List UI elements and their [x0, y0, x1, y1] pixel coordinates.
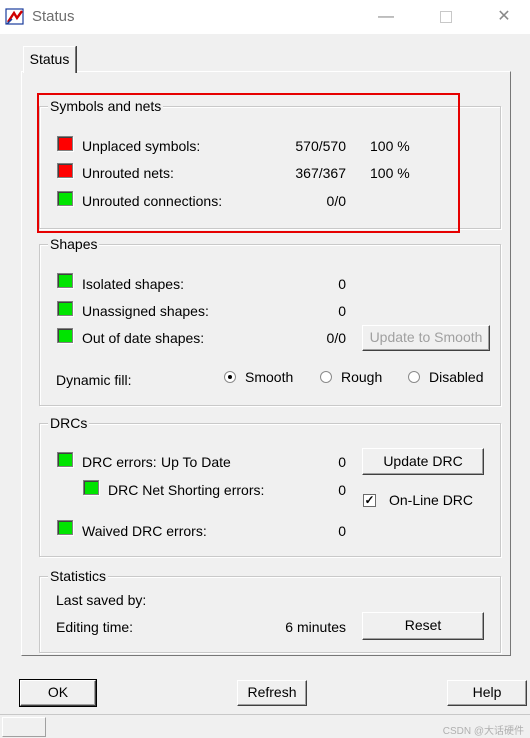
radio-smooth-label[interactable]: Smooth [245, 369, 293, 385]
drc-errors-label: DRC errors: [82, 454, 157, 470]
help-button[interactable]: Help [447, 680, 527, 706]
radio-disabled[interactable] [408, 371, 420, 383]
ok-button[interactable]: OK [19, 679, 97, 707]
drc-errors-state: Up To Date [161, 454, 231, 470]
isolated-shapes-label: Isolated shapes: [82, 276, 184, 292]
unassigned-shapes-value: 0 [338, 303, 346, 319]
highlight-box [37, 93, 460, 233]
online-drc-label[interactable]: On-Line DRC [389, 492, 473, 508]
minimize-button[interactable]: — [363, 0, 409, 34]
radio-rough-label[interactable]: Rough [341, 369, 382, 385]
radio-selected-dot [228, 375, 232, 379]
isolated-shapes-value: 0 [338, 276, 346, 292]
group-title: Statistics [48, 568, 109, 584]
isolated-shapes-indicator [57, 273, 73, 288]
drc-net-shorting-indicator [83, 480, 99, 495]
maximize-icon [440, 10, 452, 23]
waived-drc-errors-value: 0 [338, 523, 346, 539]
drc-errors-value: 0 [338, 454, 346, 470]
radio-smooth[interactable] [224, 371, 236, 383]
close-button[interactable]: ✕ [481, 0, 527, 34]
group-title: Shapes [48, 236, 100, 252]
out-of-date-shapes-label: Out of date shapes: [82, 330, 205, 346]
reset-button[interactable]: Reset [362, 612, 484, 640]
title-bar: Status — ✕ [0, 0, 530, 34]
editing-time-label: Editing time: [56, 619, 134, 635]
out-of-date-shapes-indicator [57, 328, 73, 343]
update-to-smooth-button[interactable]: Update to Smooth [362, 325, 490, 351]
unassigned-shapes-indicator [57, 301, 73, 316]
group-title: DRCs [48, 415, 90, 431]
out-of-date-shapes-value: 0/0 [326, 330, 346, 346]
waived-drc-errors-indicator [57, 520, 73, 535]
waived-drc-errors-label: Waived DRC errors: [82, 523, 207, 539]
drc-net-shorting-label: DRC Net Shorting errors: [108, 482, 265, 498]
update-drc-button[interactable]: Update DRC [362, 448, 484, 475]
window-title: Status [32, 8, 75, 25]
app-icon [5, 8, 24, 25]
dynamic-fill-label: Dynamic fill: [56, 372, 132, 388]
maximize-button[interactable] [423, 0, 469, 34]
radio-rough[interactable] [320, 371, 332, 383]
drc-errors-indicator [57, 452, 73, 467]
status-bar: CSDN @大话硬件 [0, 714, 530, 738]
editing-time-value: 6 minutes [285, 619, 346, 635]
unassigned-shapes-label: Unassigned shapes: [82, 303, 209, 319]
last-saved-label: Last saved by: [56, 592, 147, 608]
refresh-button[interactable]: Refresh [237, 680, 307, 706]
radio-disabled-label[interactable]: Disabled [429, 369, 483, 385]
online-drc-checkbox[interactable]: ✓ [363, 494, 376, 507]
drc-net-shorting-value: 0 [338, 482, 346, 498]
status-pane [2, 717, 46, 737]
tab-status[interactable]: Status [23, 46, 76, 73]
watermark: CSDN @大话硬件 [442, 726, 524, 737]
